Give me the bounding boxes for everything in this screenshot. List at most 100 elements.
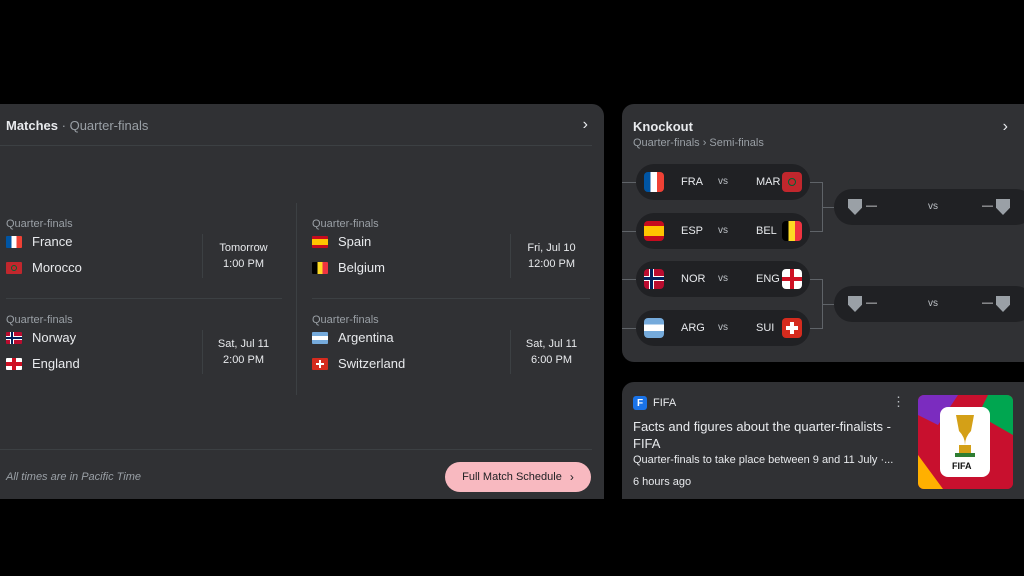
divider [296,203,297,395]
chevron-right-icon[interactable]: › [583,116,588,134]
switzerland-flag-icon [312,357,328,370]
team-row: England [6,356,80,371]
knockout-panel: Knockout Quarter-finals › Semi-finals › … [622,104,1024,362]
news-timestamp: 6 hours ago [633,476,692,488]
belgium-flag-icon [782,221,802,241]
thumb-label: FIFA [952,461,972,471]
team-placeholder: — [866,200,877,212]
news-card[interactable]: F FIFA ⋮ Facts and figures about the qua… [622,382,1024,499]
country-code: NOR [681,273,706,285]
vs-label: vs [718,322,728,333]
england-flag-icon [6,357,22,370]
team-placeholder-icon [996,199,1010,215]
vs-label: vs [718,225,728,236]
team-placeholder: — [866,297,877,309]
news-snippet: Quarter-finals to take place between 9 a… [633,454,894,466]
country-code: MAR [756,176,781,188]
switzerland-flag-icon [782,318,802,338]
vs-label: vs [928,298,938,309]
full-match-schedule-button[interactable]: Full Match Schedule › [445,462,591,492]
matches-panel: Matches · Quarter-finals › Quarter-final… [0,104,604,499]
schedule-button-label: Full Match Schedule [462,471,562,483]
argentina-flag-icon [312,331,328,344]
match-stage: Quarter-finals [6,314,73,326]
team-name: France [32,234,73,249]
more-options-icon[interactable]: ⋮ [892,394,905,410]
divider [0,145,592,146]
match-card-norway-england[interactable]: Quarter-finals Norway England Sat, Jul 1… [0,314,285,404]
team-placeholder-icon [848,199,862,215]
match-hour: 2:00 PM [223,354,264,366]
world-cup-26-logo-icon [918,395,1013,489]
team-placeholder-icon [848,296,862,312]
knockout-match-nor-eng[interactable]: NOR vs ENG [636,261,810,297]
semi-final-match-2[interactable]: — vs — [834,286,1024,322]
match-stage: Quarter-finals [312,314,379,326]
bracket-line [822,207,834,208]
news-thumbnail[interactable]: FIFA [918,395,1013,489]
match-card-spain-belgium[interactable]: Quarter-finals Spain Belgium Fri, Jul 10… [306,218,591,308]
divider [312,298,590,299]
match-hour: 6:00 PM [531,354,572,366]
team-name: Belgium [338,260,385,275]
morocco-flag-icon [782,172,802,192]
news-title[interactable]: Facts and figures about the quarter-fina… [633,418,903,452]
team-row: Belgium [312,260,385,275]
france-flag-icon [644,172,664,192]
knockout-title[interactable]: Knockout [633,119,693,134]
bracket-line [810,231,822,232]
team-row: Morocco [6,260,82,275]
team-name: Argentina [338,330,394,345]
match-hour: 12:00 PM [527,258,576,270]
vs-label: vs [718,273,728,284]
match-stage: Quarter-finals [6,218,73,230]
match-time: Sat, Jul 11 2:00 PM [202,330,284,374]
country-code: ARG [681,322,705,334]
match-card-argentina-switzerland[interactable]: Quarter-finals Argentina Switzerland Sat… [306,314,591,404]
knockout-match-fra-mar[interactable]: FRA vs MAR [636,164,810,200]
matches-header[interactable]: Matches · Quarter-finals [6,118,148,133]
vs-label: vs [928,201,938,212]
divider [6,298,282,299]
match-card-france-morocco[interactable]: Quarter-finals France Morocco Tomorrow 1… [0,218,285,308]
bracket-line [810,279,822,280]
country-code: SUI [756,322,775,334]
match-time: Fri, Jul 10 12:00 PM [510,234,592,278]
match-hour: 1:00 PM [223,258,264,270]
match-date: Sat, Jul 11 [525,338,578,350]
team-placeholder: — [982,297,993,309]
country-code: FRA [681,176,703,188]
england-flag-icon [782,269,802,289]
fifa-logo-icon: F [633,396,647,410]
spain-flag-icon [312,235,328,248]
bracket-line [810,182,822,183]
team-row: Argentina [312,330,394,345]
team-placeholder-icon [996,296,1010,312]
team-name: Switzerland [338,356,406,371]
match-date: Tomorrow [219,242,268,254]
bracket-line [622,231,636,232]
matches-title: Matches [6,118,59,133]
bracket-line [622,182,636,183]
argentina-flag-icon [644,318,664,338]
knockout-match-esp-bel[interactable]: ESP vs BEL [636,213,810,249]
norway-flag-icon [644,269,664,289]
semi-final-match-1[interactable]: — vs — [834,189,1024,225]
france-flag-icon [6,235,22,248]
team-row: Spain [312,234,371,249]
match-stage: Quarter-finals [312,218,379,230]
team-name: England [32,356,80,371]
country-code: ENG [756,273,780,285]
matches-subtitle: · Quarter-finals [58,118,149,133]
match-time: Tomorrow 1:00 PM [202,234,284,278]
knockout-match-arg-sui[interactable]: ARG vs SUI [636,310,810,346]
bracket-line [810,328,822,329]
divider [0,449,592,450]
country-code: BEL [756,225,777,237]
team-name: Norway [32,330,77,345]
country-code: ESP [681,225,704,237]
team-name: Spain [338,234,372,249]
morocco-flag-icon [6,261,22,274]
chevron-right-icon[interactable]: › [1003,118,1008,136]
team-row: Norway [6,330,76,345]
